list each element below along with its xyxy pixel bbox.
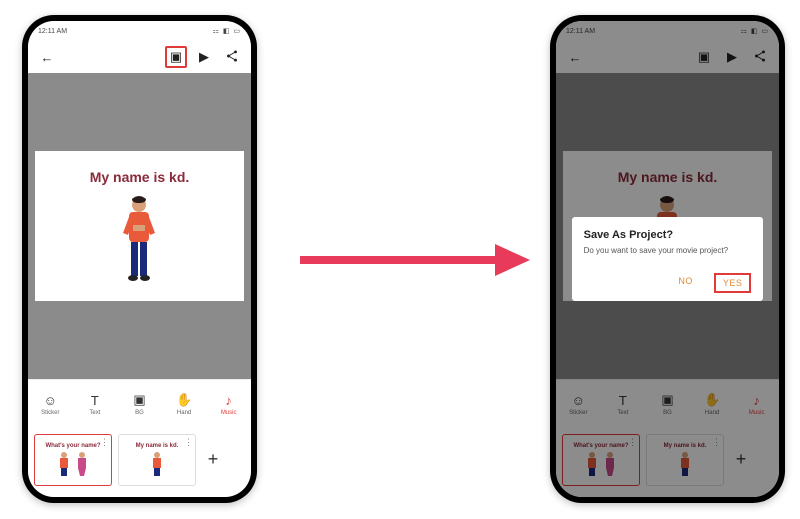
- character-figure: [115, 195, 163, 285]
- back-button[interactable]: ←: [36, 46, 58, 68]
- clip-menu-icon[interactable]: ⋮: [184, 437, 193, 448]
- tool-label: Text: [89, 410, 100, 416]
- text-icon: T: [87, 392, 103, 408]
- clip-menu-icon[interactable]: ⋮: [100, 437, 109, 448]
- screen-left: 12:11 AM ⚏ ◧ ▭ ← ▣ ▶ My name is kd.: [28, 21, 251, 497]
- tools-row: ☺ Sticker T Text ▣ BG ✋ Hand ♪ Music: [28, 380, 251, 424]
- play-button[interactable]: ▶: [193, 46, 215, 68]
- bottom-toolbar: ☺ Sticker T Text ▣ BG ✋ Hand ♪ Music: [28, 379, 251, 497]
- clip-item[interactable]: ⋮ What's your name?: [34, 434, 112, 486]
- dialog-message: Do you want to save your movie project?: [584, 246, 752, 255]
- save-dialog: Save As Project? Do you want to save you…: [572, 217, 764, 301]
- status-time: 12:11 AM: [38, 28, 67, 35]
- clip-title: What's your name?: [45, 443, 100, 449]
- tool-text[interactable]: T Text: [77, 392, 113, 416]
- dialog-no-button[interactable]: NO: [671, 273, 700, 293]
- clip-figures: [57, 451, 89, 477]
- canvas-area: My name is kd.: [28, 73, 251, 379]
- plus-icon: +: [208, 449, 219, 470]
- bg-icon: ▣: [131, 392, 147, 408]
- status-indicators: ⚏ ◧ ▭: [213, 27, 241, 35]
- clip-item[interactable]: ⋮ My name is kd.: [118, 434, 196, 486]
- clips-row: ⋮ What's your name? ⋮ My name is kd. +: [28, 424, 251, 497]
- clip-figures: [150, 451, 164, 477]
- save-icon: ▣: [170, 49, 182, 65]
- app-bar: ← ▣ ▶: [28, 41, 251, 73]
- play-icon: ▶: [199, 49, 209, 65]
- tool-music[interactable]: ♪ Music: [211, 392, 247, 416]
- tool-label: Music: [221, 410, 237, 416]
- share-icon: [225, 49, 239, 66]
- tool-label: Sticker: [41, 410, 59, 416]
- add-clip-button[interactable]: +: [202, 434, 224, 486]
- clip-title: My name is kd.: [136, 443, 179, 449]
- status-bar: 12:11 AM ⚏ ◧ ▭: [28, 21, 251, 41]
- save-button[interactable]: ▣: [165, 46, 187, 68]
- canvas[interactable]: My name is kd.: [35, 151, 245, 301]
- screen-right: 12:11 AM ⚏ ◧ ▭ ← ▣ ▶ My name is kd.: [556, 21, 779, 497]
- tool-label: BG: [135, 410, 144, 416]
- tool-label: Hand: [177, 410, 191, 416]
- dialog-actions: NO YES: [584, 273, 752, 293]
- canvas-title: My name is kd.: [90, 169, 190, 185]
- hand-icon: ✋: [176, 392, 192, 408]
- music-icon: ♪: [221, 392, 237, 408]
- phone-left: 12:11 AM ⚏ ◧ ▭ ← ▣ ▶ My name is kd.: [22, 15, 257, 503]
- tool-hand[interactable]: ✋ Hand: [166, 392, 202, 416]
- sticker-icon: ☺: [42, 392, 58, 408]
- dialog-overlay[interactable]: Save As Project? Do you want to save you…: [556, 21, 779, 497]
- tool-bg[interactable]: ▣ BG: [121, 392, 157, 416]
- back-icon: ←: [41, 50, 54, 65]
- tool-sticker[interactable]: ☺ Sticker: [32, 392, 68, 416]
- dialog-title: Save As Project?: [584, 229, 752, 241]
- dialog-yes-button[interactable]: YES: [714, 273, 752, 293]
- phone-right: 12:11 AM ⚏ ◧ ▭ ← ▣ ▶ My name is kd.: [550, 15, 785, 503]
- share-button[interactable]: [221, 46, 243, 68]
- transition-arrow: [300, 240, 530, 280]
